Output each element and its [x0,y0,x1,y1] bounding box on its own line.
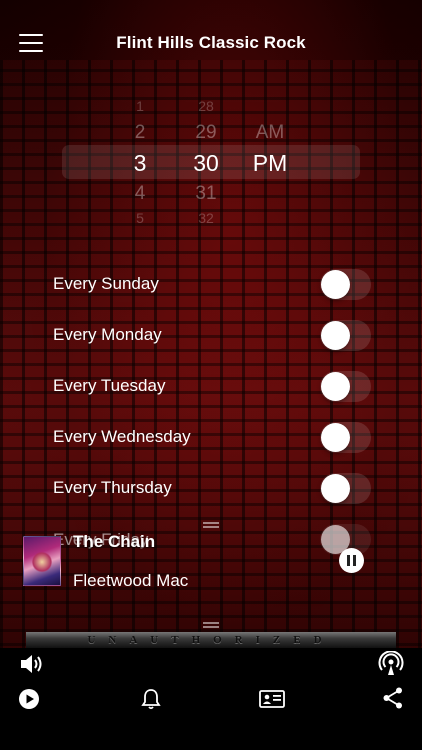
pause-button[interactable] [339,548,364,573]
day-row-sunday: Every Sunday [0,260,422,311]
toggle-knob [321,270,350,299]
toggle-knob [321,372,350,401]
drag-handle[interactable] [203,522,219,528]
minute-option[interactable]: 32 [176,210,236,226]
time-picker[interactable]: 1 2 3 4 5 28 29 30 31 32 AM PM [52,92,370,238]
day-row-thursday: Every Thursday [0,464,422,515]
bell-icon[interactable] [140,688,162,710]
period-option[interactable]: AM [240,122,300,144]
album-art [23,536,61,586]
toggle-knob [321,423,350,452]
hour-option[interactable]: 2 [110,122,170,144]
monday-toggle[interactable] [320,320,371,351]
top-bar: Flint Hills Classic Rock [0,0,422,86]
now-playing-bar[interactable]: Every Friday The Chain Fleetwood Mac [0,520,422,630]
day-row-tuesday: Every Tuesday [0,362,422,413]
tuesday-toggle[interactable] [320,371,371,402]
day-label: Every Tuesday [53,376,166,395]
track-title: The Chain [73,532,156,551]
day-label: Every Wednesday [53,427,191,446]
hour-selected[interactable]: 3 [110,150,170,177]
page-title: Flint Hills Classic Rock [116,33,306,52]
album-banner: UNAUTHORIZED [26,632,396,648]
sunday-toggle[interactable] [320,269,371,300]
day-label: Every Thursday [53,478,172,497]
minute-option[interactable]: 28 [176,98,236,114]
podcast-icon[interactable] [378,651,404,677]
minute-option[interactable]: 31 [176,183,236,205]
hour-option[interactable]: 1 [110,98,170,114]
toggle-knob [321,474,350,503]
bottom-toolbar [0,648,422,750]
wednesday-toggle[interactable] [320,422,371,453]
contact-card-icon[interactable] [259,689,285,709]
day-label: Every Sunday [53,274,159,293]
toggle-knob [321,321,350,350]
drag-handle[interactable] [203,622,219,628]
hour-option[interactable]: 4 [110,183,170,205]
track-artist: Fleetwood Mac [73,571,189,590]
minute-option[interactable]: 29 [176,122,236,144]
volume-icon[interactable] [19,652,45,676]
day-label: Every Monday [53,325,162,344]
play-icon[interactable] [18,688,40,710]
day-row-monday: Every Monday [0,311,422,362]
minute-selected[interactable]: 30 [176,150,236,177]
day-row-wednesday: Every Wednesday [0,413,422,464]
hour-option[interactable]: 5 [110,210,170,226]
thursday-toggle[interactable] [320,473,371,504]
period-selected[interactable]: PM [240,150,300,177]
share-icon[interactable] [382,686,404,710]
